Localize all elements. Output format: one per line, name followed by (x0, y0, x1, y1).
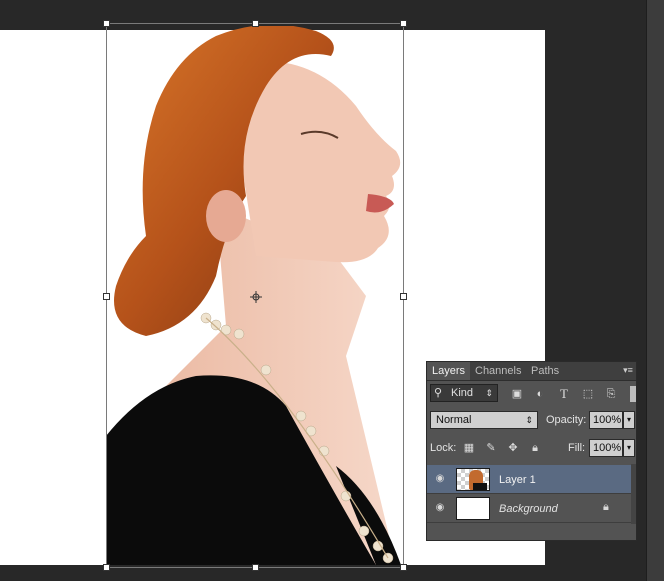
filter-kind-label: Kind (451, 387, 474, 399)
layer-name[interactable]: Layer 1 (499, 474, 536, 486)
layer-name[interactable]: Background (499, 503, 558, 515)
panel-dock-strip (646, 0, 664, 581)
transform-handle-bottom-left[interactable] (103, 564, 110, 571)
lock-image-pixels-icon[interactable]: ✎ (483, 440, 499, 456)
fill-label: Fill: (568, 442, 586, 454)
lock-all-icon[interactable]: 🔒︎ (527, 440, 543, 456)
filter-kind-select[interactable]: ⚲ Kind ⇕ (430, 384, 498, 402)
visibility-eye-icon[interactable]: ◉ (433, 501, 447, 515)
tab-channels[interactable]: Channels (470, 362, 526, 380)
opacity-input[interactable]: 100% (589, 411, 623, 429)
layers-scrollbar[interactable] (631, 464, 636, 524)
panel-menu-icon[interactable]: ▾≡ (622, 364, 634, 376)
workspace: Layers Channels Paths ▾≡ ⚲ Kind ⇕ ▣ ◐ T … (0, 0, 664, 581)
transform-handle-top-left[interactable] (103, 20, 110, 27)
fill-input[interactable]: 100% (589, 439, 623, 457)
chevron-updown-icon: ⇕ (525, 415, 533, 425)
lock-label: Lock: (430, 442, 457, 454)
search-icon: ⚲ (434, 387, 443, 399)
lock-position-icon[interactable]: ✥ (505, 440, 521, 456)
layer-thumbnail (456, 468, 490, 491)
transform-handle-top-center[interactable] (252, 20, 259, 27)
panel-tab-bar: Layers Channels Paths ▾≡ (427, 362, 636, 381)
transform-handle-bottom-right[interactable] (400, 564, 407, 571)
chevron-updown-icon: ⇕ (485, 388, 493, 398)
fill-value: 100% (593, 442, 622, 454)
filter-type-icon[interactable]: T (556, 386, 572, 402)
lock-fill-row: Lock: ▦ ✎ ✥ 🔒︎ Fill: 100% ▾ (427, 437, 636, 459)
opacity-label: Opacity: (546, 414, 587, 426)
opacity-value: 100% (593, 414, 622, 426)
fill-dropdown-icon[interactable]: ▾ (623, 439, 635, 457)
transform-handle-middle-left[interactable] (103, 293, 110, 300)
layers-panel: Layers Channels Paths ▾≡ ⚲ Kind ⇕ ▣ ◐ T … (426, 361, 637, 541)
filter-adjustment-icon[interactable]: ◐ (532, 386, 548, 402)
opacity-dropdown-icon[interactable]: ▾ (623, 411, 635, 429)
layer-filter-row: ⚲ Kind ⇕ ▣ ◐ T ⬚ ⎘ (427, 383, 636, 405)
blend-opacity-row: Normal ⇕ Opacity: 100% ▾ (427, 409, 636, 431)
lock-transparent-pixels-icon[interactable]: ▦ (461, 440, 477, 456)
blend-mode-value: Normal (436, 414, 472, 426)
layer-row-layer-1[interactable]: ◉ Layer 1 (427, 465, 632, 494)
visibility-eye-icon[interactable]: ◉ (433, 472, 447, 486)
filter-shape-icon[interactable]: ⬚ (580, 386, 596, 402)
lock-icon: 🔒︎ (603, 501, 609, 513)
layer-thumbnail (456, 497, 490, 520)
filter-smart-object-icon[interactable]: ⎘ (603, 386, 619, 402)
tab-layers[interactable]: Layers (427, 362, 471, 380)
tab-paths[interactable]: Paths (526, 362, 564, 380)
transform-pivot-icon[interactable] (250, 291, 262, 303)
transform-handle-top-right[interactable] (400, 20, 407, 27)
transform-handle-middle-right[interactable] (400, 293, 407, 300)
transform-handle-bottom-center[interactable] (252, 564, 259, 571)
filter-toggle-switch[interactable] (630, 386, 636, 402)
filter-pixel-icon[interactable]: ▣ (509, 386, 525, 402)
blend-mode-select[interactable]: Normal ⇕ (430, 411, 538, 429)
layer-row-background[interactable]: ◉ Background 🔒︎ (427, 494, 632, 523)
